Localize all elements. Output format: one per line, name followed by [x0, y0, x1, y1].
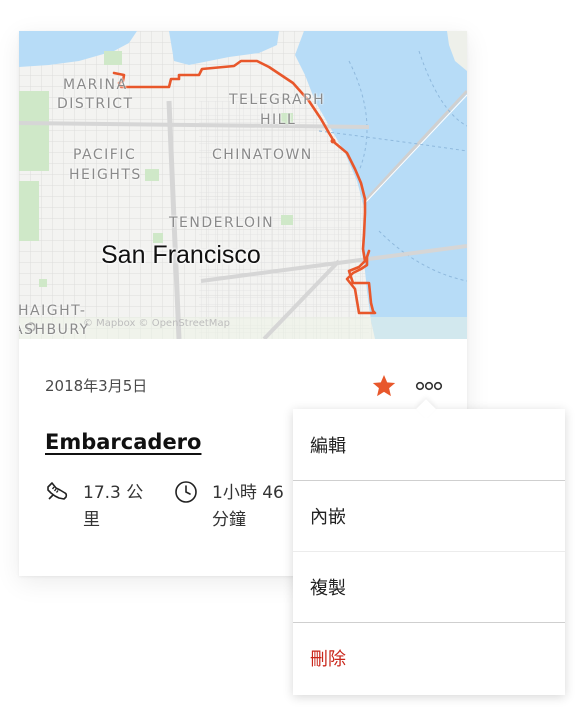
map-label-telegraph: TELEGRAPH — [229, 92, 326, 108]
activity-title-link[interactable]: Embarcadero — [45, 430, 201, 454]
map-label-chinatown: CHINATOWN — [212, 147, 313, 163]
clock-icon — [175, 481, 197, 503]
map-label-ashbury: ASHBURY — [19, 322, 90, 338]
map-label-tenderloin: TENDERLOIN — [169, 215, 275, 231]
more-actions-button[interactable] — [415, 377, 443, 395]
map-label-hill: HILL — [260, 112, 297, 128]
map-label-pacific: PACIFIC — [73, 147, 137, 163]
favorite-button[interactable] — [371, 373, 397, 399]
page: MARINA DISTRICT TELEGRAPH HILL PACIFIC H… — [0, 0, 584, 716]
menu-item-embed[interactable]: 內嵌 — [293, 480, 565, 551]
route-map[interactable]: MARINA DISTRICT TELEGRAPH HILL PACIFIC H… — [19, 31, 467, 339]
duration-value: 1小時 46分鐘 — [212, 483, 284, 530]
map-city-label: San Francisco — [101, 241, 261, 269]
menu-item-duplicate[interactable]: 複製 — [293, 551, 565, 622]
actions-menu: 編輯 內嵌 複製 刪除 — [293, 409, 565, 695]
map-label-haight: HAIGHT- — [19, 303, 87, 319]
map-attribution[interactable]: © Mapbox © OpenStreetMap — [83, 318, 230, 329]
map-label-heights: HEIGHTS — [69, 167, 142, 183]
menu-item-edit[interactable]: 編輯 — [293, 409, 565, 480]
menu-item-delete[interactable]: 刪除 — [293, 622, 565, 693]
shoe-icon — [47, 482, 68, 500]
map-label-marina: MARINA — [63, 77, 128, 93]
activity-date: 2018年3月5日 — [45, 377, 148, 395]
map-label-district: DISTRICT — [57, 96, 134, 112]
star-icon — [372, 374, 396, 397]
distance-value: 17.3 公里 — [83, 483, 144, 530]
distance-stat: 17.3 公里 — [45, 480, 149, 534]
duration-stat: 1小時 46分鐘 — [174, 480, 292, 534]
more-icon — [415, 381, 443, 391]
